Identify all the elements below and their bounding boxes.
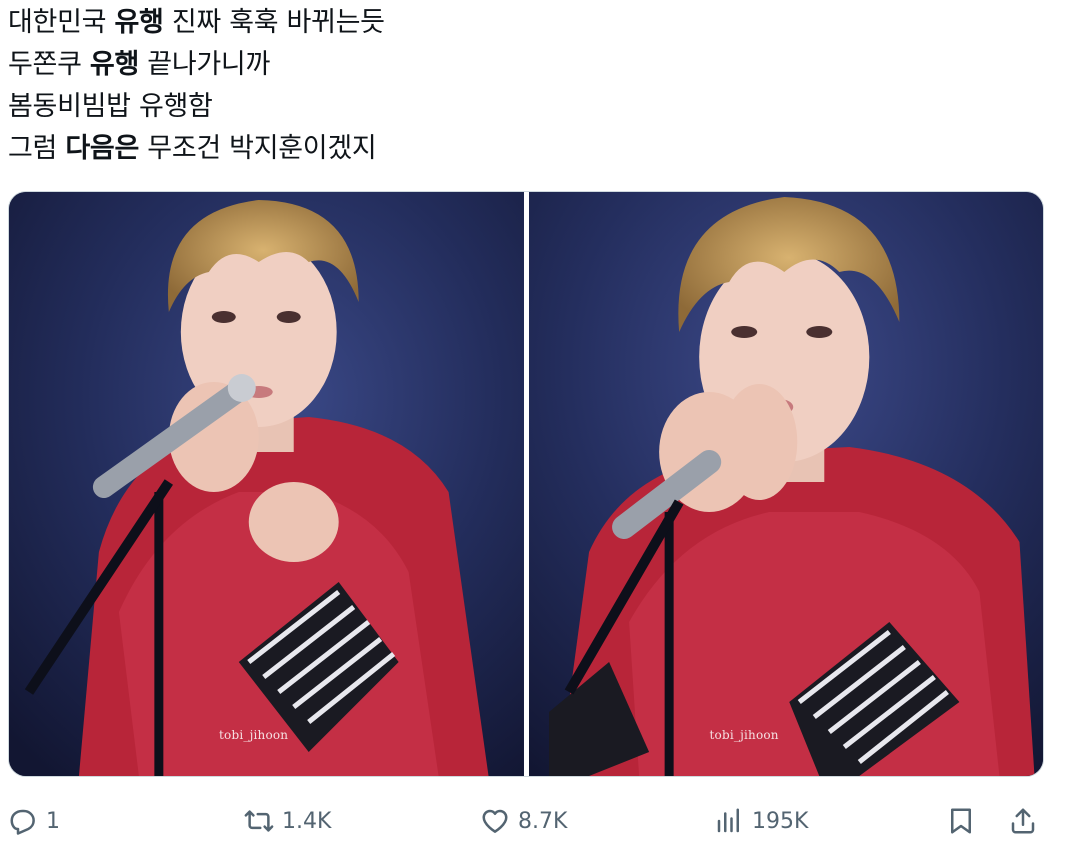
post-line-1: 대한민국 유행 진짜 훅훅 바뀌는듯: [8, 7, 385, 38]
media-grid: tobi_jihoon tobi_jihoon: [8, 191, 1044, 777]
post-line-2: 두쫀쿠 유행 끝나가니까: [8, 49, 270, 80]
post-text: 대한민국 유행 진짜 훅훅 바뀌는듯 두쫀쿠 유행 끝나가니까 봄동비빔밥 유행…: [8, 2, 1048, 170]
views-icon: [717, 808, 739, 833]
photo-watermark: tobi_jihoon: [709, 728, 779, 742]
heart-icon: [482, 809, 508, 833]
bookmark-button[interactable]: [946, 798, 976, 844]
repost-count: 1.4K: [282, 808, 332, 834]
repost-button[interactable]: 1.4K: [244, 798, 331, 844]
share-button[interactable]: [1008, 798, 1038, 844]
post-line-3: 봄동비빔밥 유행함: [8, 91, 213, 122]
reply-icon: [10, 809, 35, 835]
post-line-4: 그럼 다음은 무조건 박지훈이겠지: [8, 133, 377, 164]
photo-right[interactable]: tobi_jihoon: [528, 192, 1043, 776]
concert-singer-photo: [528, 192, 1043, 776]
like-button[interactable]: 8.7K: [480, 798, 567, 844]
views-count: 195K: [752, 808, 809, 834]
views-button[interactable]: 195K: [714, 798, 808, 844]
tweet-page: 대한민국 유행 진짜 훅훅 바뀌는듯 두쫀쿠 유행 끝나가니까 봄동비빔밥 유행…: [0, 0, 1070, 850]
bookmark-icon: [951, 808, 971, 834]
concert-singer-photo: [9, 192, 524, 776]
share-icon: [1011, 808, 1035, 834]
reply-count: 1: [46, 808, 60, 834]
repost-icon: [244, 810, 274, 832]
action-bar: 1 1.4K 8.7K 195K: [8, 798, 1048, 844]
photo-watermark: tobi_jihoon: [219, 728, 289, 742]
photo-left[interactable]: tobi_jihoon: [9, 192, 524, 776]
like-count: 8.7K: [518, 808, 568, 834]
reply-button[interactable]: 1: [8, 798, 60, 844]
